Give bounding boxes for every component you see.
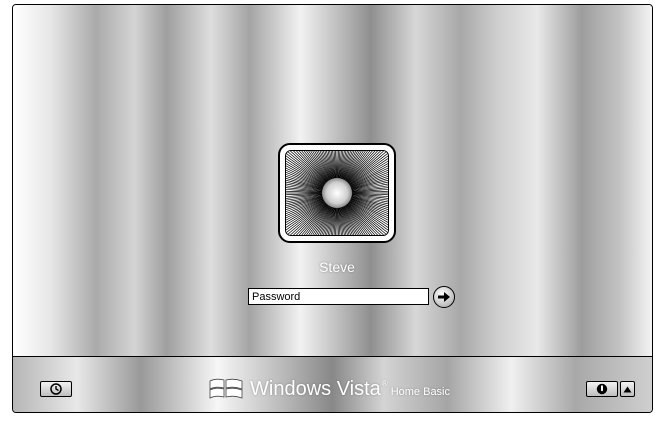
registered-mark: ® xyxy=(381,378,388,388)
submit-button[interactable] xyxy=(433,286,455,308)
password-field[interactable] xyxy=(248,288,429,305)
windows-flag-icon xyxy=(209,378,243,399)
arrow-right-icon xyxy=(438,292,450,302)
triangle-up-icon xyxy=(623,386,632,392)
brand-name: Windows Vista xyxy=(250,377,381,400)
flower-icon xyxy=(286,151,388,235)
ease-of-access-icon xyxy=(50,383,62,395)
login-screen: Steve Windows Vista ® Home Basic xyxy=(12,4,653,413)
user-picture xyxy=(285,150,389,236)
user-tile[interactable] xyxy=(278,143,396,243)
shutdown-options-button[interactable] xyxy=(620,381,635,397)
user-name[interactable]: Steve xyxy=(278,259,396,275)
power-button[interactable] xyxy=(586,381,618,397)
power-icon xyxy=(596,383,608,395)
brand: Windows Vista ® Home Basic xyxy=(208,375,450,403)
brand-edition: Home Basic xyxy=(390,386,450,398)
ease-of-access-button[interactable] xyxy=(40,381,72,397)
